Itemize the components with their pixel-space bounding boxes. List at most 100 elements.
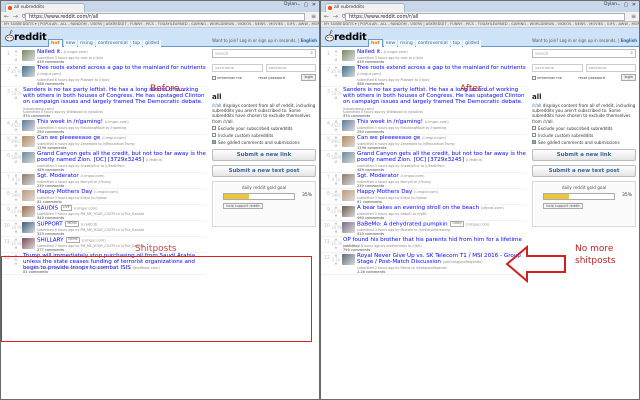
post-title-link[interactable]: Can we pleeeeease ge (i.imgur.com) <box>357 135 526 141</box>
post-title-text[interactable]: A bear takes an evening stroll on the be… <box>357 205 479 211</box>
post-title-link[interactable]: Royal Never Give Up vs. SK Telecom T1 / … <box>357 253 526 265</box>
reset-password-link[interactable]: reset password <box>578 76 605 80</box>
post-thumbnail[interactable] <box>342 254 355 265</box>
search-icon[interactable]: ⌕ <box>310 50 313 57</box>
post-title-text[interactable]: Can we pleeeeease ge <box>357 135 420 141</box>
tab-hot[interactable]: hot <box>368 39 383 47</box>
tab-rising[interactable]: rising <box>78 40 95 47</box>
checkbox-icon[interactable] <box>212 140 216 145</box>
downvote-arrow-icon[interactable]: ▼ <box>11 160 21 165</box>
menu-icon[interactable]: ≡ <box>311 13 316 20</box>
downvote-arrow-icon[interactable]: ▼ <box>331 198 341 203</box>
post-title-text[interactable]: SUPPORT <box>37 221 63 227</box>
window-controls-icon[interactable]: – ▢ ✕ <box>617 2 637 8</box>
post-title-text[interactable]: Nailed it. <box>37 49 62 55</box>
browser-tab[interactable]: all subreddits <box>325 3 405 12</box>
downvote-arrow-icon[interactable]: ▼ <box>11 144 21 149</box>
reddit-logo[interactable]: reddit <box>334 32 367 43</box>
post-domain[interactable]: (i.imgur.com) <box>102 136 126 140</box>
checkbox-icon[interactable] <box>532 140 536 145</box>
post-domain[interactable]: (i.imgur.com) <box>425 120 449 124</box>
post-comments-link[interactable]: 460 comments <box>357 216 526 220</box>
downvote-arrow-icon[interactable]: ▼ <box>331 74 341 79</box>
post-comments-link[interactable]: 574 comments <box>343 114 526 118</box>
post-domain[interactable]: (i.imgur.com) <box>82 238 106 242</box>
post-title-text[interactable]: Grand Canyon gets all the credit, but no… <box>357 151 526 163</box>
post-domain[interactable]: (i.imgur.com) <box>422 136 446 140</box>
post-title-link[interactable]: This week in /r/gaming! (i.imgur.com) <box>37 119 206 125</box>
username-field[interactable]: username <box>532 64 583 72</box>
post-thumbnail[interactable] <box>22 238 35 249</box>
post-domain[interactable]: (i.imgur.com) <box>37 72 61 76</box>
post-title-text[interactable]: Can we pleeeeease ge <box>37 135 100 141</box>
tab-new[interactable]: new <box>383 40 398 47</box>
downvote-arrow-icon[interactable]: ▼ <box>11 214 21 219</box>
remember-me-checkbox[interactable]: remember me <box>212 75 242 80</box>
reset-password-link[interactable]: reset password <box>258 76 285 80</box>
post-comments-link[interactable]: 574 comments <box>23 114 206 118</box>
submit-text-button[interactable]: Submit a new text post <box>532 164 636 177</box>
post-comments-link[interactable]: 325 comments <box>357 232 526 236</box>
downvote-arrow-icon[interactable]: ▼ <box>11 96 21 101</box>
post-title-link[interactable]: Sgt. Moderator (i.imgur.com) <box>357 173 526 179</box>
sidebar-option[interactable]: Exclude your subscribed subreddits <box>532 126 636 131</box>
post-comments-link[interactable]: 486 comments <box>37 168 206 172</box>
post-comments-link[interactable]: 1.2k comments <box>357 270 526 274</box>
tab-hot[interactable]: hot <box>48 39 63 47</box>
post-domain[interactable]: (i.imgur.com) <box>384 50 408 54</box>
post-domain[interactable]: (i.redd.it) <box>146 158 163 162</box>
checkbox-icon[interactable] <box>532 133 536 138</box>
support-reddit-button[interactable]: help support reddit <box>543 202 583 209</box>
tab-top[interactable]: top <box>130 40 143 47</box>
post-comments-link[interactable]: 290 comments <box>37 130 206 134</box>
post-title-text[interactable]: Happy Mothers Day <box>357 189 412 195</box>
post-title-link[interactable]: SAUDIS LIVE (i.imgur.com) <box>37 205 206 212</box>
post-domain[interactable]: (i.imgur.com) <box>465 222 489 226</box>
sidebar-option[interactable]: See gilded comments and submissions <box>532 140 636 145</box>
tab-gilded[interactable]: gilded <box>143 40 162 47</box>
sidebar-option[interactable]: Include custom subreddits <box>532 133 636 138</box>
post-comments-link[interactable]: 439 comments <box>37 60 206 64</box>
post-domain[interactable]: (i.imgur.com) <box>74 206 98 210</box>
login-prompt[interactable]: Want to join? Log in or sign up in secon… <box>212 38 317 43</box>
post-thumbnail[interactable] <box>22 50 35 61</box>
post-domain[interactable]: (i.redd.it) <box>466 158 483 162</box>
post-title-link[interactable]: SUPPORT MEME (i.redd.it) <box>37 221 206 228</box>
downvote-arrow-icon[interactable]: ▼ <box>331 262 341 267</box>
downvote-arrow-icon[interactable]: ▼ <box>331 246 341 251</box>
post-title-link[interactable]: This week in /r/gaming! (i.imgur.com) <box>357 119 526 125</box>
post-comments-link[interactable]: 230 comments <box>357 184 526 188</box>
post-domain[interactable]: (i.imgur.com) <box>414 190 438 194</box>
downvote-arrow-icon[interactable]: ▼ <box>331 144 341 149</box>
snoo-alien-icon[interactable] <box>325 30 334 43</box>
post-comments-link[interactable]: 277 comments <box>37 248 206 252</box>
post-title-link[interactable]: Tree roots extend across a gap to the ma… <box>37 65 206 77</box>
post-title-text[interactable]: SAUDIS <box>37 205 58 211</box>
submit-link-button[interactable]: Submit a new link <box>212 148 316 161</box>
search-input[interactable]: search ⌕ <box>212 49 316 58</box>
browser-tab[interactable]: all subreddits <box>5 3 85 12</box>
post-comments-link[interactable]: 325 comments <box>37 232 206 236</box>
menu-icon[interactable]: ≡ <box>631 13 636 20</box>
post-comments-link[interactable]: 486 comments <box>357 168 526 172</box>
downvote-arrow-icon[interactable]: ▼ <box>331 128 341 133</box>
tab-controversial[interactable]: controversial <box>415 40 450 47</box>
url-input[interactable]: https://www.reddit.com/r/all <box>25 13 305 21</box>
downvote-arrow-icon[interactable]: ▼ <box>331 230 341 235</box>
post-title-text[interactable]: Sgt. Moderator <box>357 173 399 179</box>
downvote-arrow-icon[interactable]: ▼ <box>11 58 21 63</box>
post-title-link[interactable]: Sgt. Moderator (i.imgur.com) <box>37 173 206 179</box>
post-title-text[interactable]: Grand Canyon gets all the credit, but no… <box>37 151 206 163</box>
checkbox-icon[interactable] <box>212 133 216 138</box>
post-title-link[interactable]: Happy Mothers Day (i.imgur.com) <box>37 189 206 195</box>
post-thumbnail[interactable] <box>342 190 355 201</box>
tab-controversial[interactable]: controversial <box>95 40 130 47</box>
post-thumbnail[interactable] <box>342 174 355 185</box>
downvote-arrow-icon[interactable]: ▼ <box>11 128 21 133</box>
post-domain[interactable]: (i.imgur.com) <box>81 174 105 178</box>
username-field[interactable]: username <box>212 64 263 72</box>
post-thumbnail[interactable] <box>22 152 35 163</box>
password-field[interactable]: password <box>585 64 636 72</box>
post-thumbnail[interactable] <box>342 206 355 217</box>
post-comments-link[interactable]: 1290 comments <box>37 146 206 150</box>
